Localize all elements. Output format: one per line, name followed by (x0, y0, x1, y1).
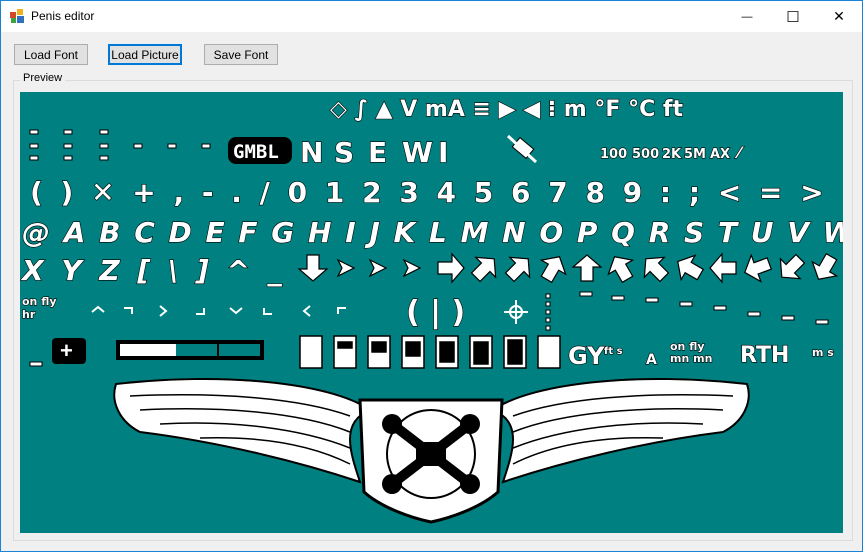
row6-glyphs: on fly hr ( | ) (21, 291, 829, 331)
progress-bar (116, 340, 264, 360)
app-icon (10, 9, 24, 23)
satellite-icon (506, 134, 538, 164)
gy-label: GY (568, 342, 605, 370)
close-icon: ✕ (833, 8, 845, 24)
save-font-button[interactable]: Save Font (204, 44, 278, 65)
label-2k: 2K (662, 147, 682, 162)
crosshair-icon (504, 300, 528, 324)
minimize-icon: — (741, 10, 753, 23)
row4-glyphs: @ A B C D E F G H I J K L M N O P Q R S … (22, 216, 843, 249)
app-window: Penis editor — ☐ ✕ Load Font Load Pictur… (0, 0, 863, 552)
maximize-button[interactable]: ☐ (770, 1, 816, 32)
a-label: A (646, 352, 657, 368)
maximize-icon: ☐ (786, 8, 800, 26)
font-preview-image: ◇ ∫ ▲ V mA ≡ ▶ ◀ ⁝ m °F °C ft GMBL N S E… (20, 96, 843, 524)
preview-group-label: Preview (20, 72, 66, 84)
window-title: Penis editor (31, 9, 95, 23)
battery-icons (299, 335, 561, 369)
preview-canvas: ◇ ∫ ▲ V mA ≡ ▶ ◀ ⁝ m °F °C ft GMBL N S E… (20, 92, 843, 533)
label-ax: AX (710, 147, 730, 162)
svg-text:+: + (60, 338, 73, 363)
load-font-button[interactable]: Load Font (14, 44, 88, 65)
row1-symbols: ◇ ∫ ▲ V mA ≡ ▶ ◀ ⁝ m °F °C ft (330, 97, 683, 122)
close-button[interactable]: ✕ (816, 1, 862, 32)
row3-glyphs: ( ) ✕ + , - . / 0 1 2 3 4 5 6 7 8 9 : ; … (30, 176, 828, 209)
row2-glyphs: GMBL N S E W I 100 500 2K 5M AX ⁄ (29, 129, 745, 170)
row5-glyphs: X Y Z [ \ ] ^ _ (20, 254, 286, 287)
ft-s-label: ft s (604, 346, 623, 357)
hr-label: hr (22, 308, 36, 321)
compass-i: I (438, 136, 448, 169)
row7-glyphs: + GY ft s A on fly mn mn RTH m s (29, 335, 835, 371)
gmbl-label: GMBL (233, 141, 279, 163)
label-100: 100 (600, 147, 627, 162)
label-500: 500 (632, 147, 659, 162)
load-picture-button[interactable]: Load Picture (108, 44, 182, 65)
m-s-label: m s (812, 346, 834, 359)
compass-s: S (334, 136, 354, 169)
wings-emblem (113, 378, 750, 524)
minimize-button[interactable]: — (724, 1, 770, 32)
title-bar: Penis editor — ☐ ✕ (1, 1, 862, 32)
on-fly-label: on fly (22, 295, 57, 308)
vertical-dots (545, 293, 551, 331)
percent-symbol: ⁄ (734, 143, 744, 162)
bracket-indicator: ( | ) (406, 295, 465, 330)
horizon-dashes (579, 291, 829, 325)
label-5m: 5M (684, 147, 706, 162)
mn-label: mn mn (670, 352, 712, 365)
compass-w: W (402, 136, 433, 169)
arrow-glyphs (297, 252, 839, 284)
drone-icon (382, 409, 480, 499)
compass-e: E (368, 136, 387, 169)
rth-label: RTH (740, 343, 789, 368)
compass-n: N (300, 136, 323, 169)
